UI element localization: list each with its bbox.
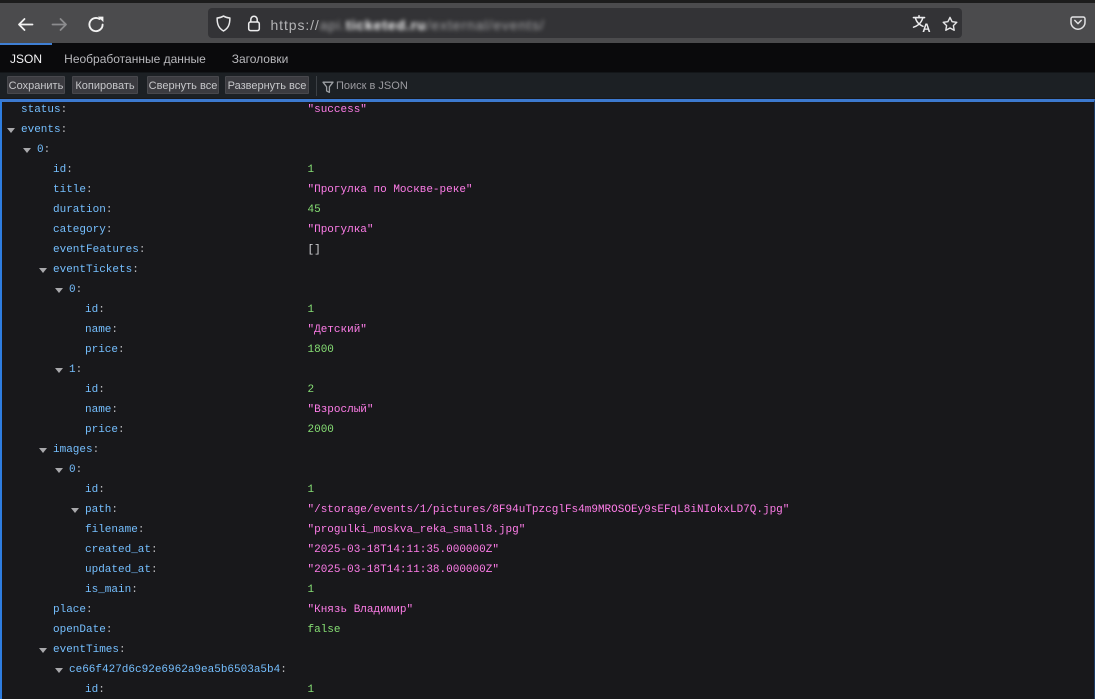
svg-text:A: A xyxy=(922,23,930,33)
